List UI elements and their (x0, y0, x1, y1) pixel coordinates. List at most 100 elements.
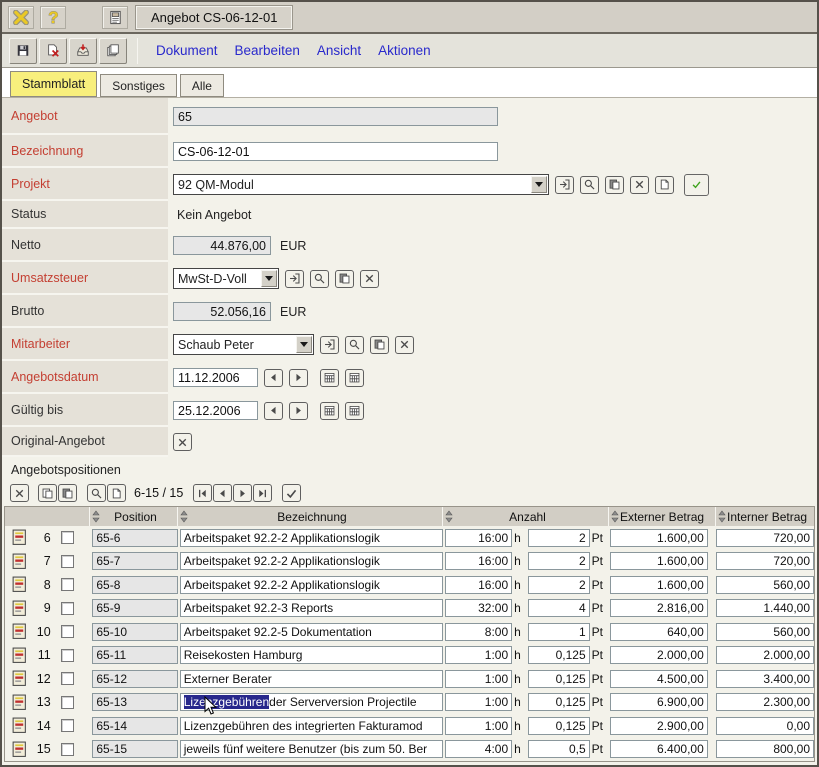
projekt-select[interactable]: 92 QM-Modul (173, 174, 549, 195)
externer-betrag-field[interactable]: 2.000,00 (610, 646, 708, 664)
quantity-field[interactable]: 2 (528, 552, 590, 570)
externer-betrag-field[interactable]: 1.600,00 (610, 552, 708, 570)
interner-betrag-field[interactable]: 560,00 (716, 576, 814, 594)
umsatzsteuer-goto-button[interactable] (285, 270, 304, 288)
chevron-down-icon[interactable] (296, 336, 312, 353)
open-position-button[interactable] (9, 600, 33, 617)
mitarbeiter-select[interactable]: Schaub Peter (173, 334, 314, 355)
umsatzsteuer-clone-button[interactable] (335, 270, 354, 288)
bezeichnung-field[interactable]: Arbeitspaket 92.2-2 Applikationslogik (180, 552, 443, 570)
column-header-position[interactable]: Position (100, 510, 177, 524)
menu-aktionen[interactable]: Aktionen (378, 43, 431, 58)
row-checkbox[interactable] (61, 719, 74, 732)
angebotsdatum-calendar-week-button[interactable] (345, 369, 364, 387)
row-checkbox[interactable] (61, 649, 74, 662)
positions-copy-button[interactable] (38, 484, 57, 502)
open-position-button[interactable] (9, 717, 33, 734)
projekt-clone-button[interactable] (605, 176, 624, 194)
interner-betrag-field[interactable]: 720,00 (716, 529, 814, 547)
time-field[interactable]: 4:00 (445, 740, 513, 758)
row-checkbox[interactable] (61, 696, 74, 709)
open-position-button[interactable] (9, 741, 33, 758)
gueltig-bis-next-button[interactable] (289, 402, 308, 420)
last-page-button[interactable] (253, 484, 272, 502)
menu-dokument[interactable]: Dokument (156, 43, 218, 58)
open-position-button[interactable] (9, 576, 33, 593)
quantity-field[interactable]: 0,125 (528, 670, 590, 688)
projekt-confirm-button[interactable] (684, 174, 709, 196)
interner-betrag-field[interactable]: 720,00 (716, 552, 814, 570)
projekt-search-button[interactable] (580, 176, 599, 194)
quantity-field[interactable]: 0,125 (528, 646, 590, 664)
interner-betrag-field[interactable]: 1.440,00 (716, 599, 814, 617)
interner-betrag-field[interactable]: 3.400,00 (716, 670, 814, 688)
sort-icon[interactable] (92, 510, 100, 523)
open-position-button[interactable] (9, 694, 33, 711)
angebotsdatum-calendar-button[interactable] (320, 369, 339, 387)
bezeichnung-field[interactable]: Arbeitspaket 92.2-2 Applikationslogik (180, 576, 443, 594)
prev-page-button[interactable] (213, 484, 232, 502)
column-header-externer-betrag[interactable]: Externer Betrag (619, 510, 704, 524)
mitarbeiter-clear-button[interactable] (395, 336, 414, 354)
row-checkbox[interactable] (61, 555, 74, 568)
angebotsdatum-next-button[interactable] (289, 369, 308, 387)
time-field[interactable]: 16:00 (445, 576, 513, 594)
interner-betrag-field[interactable]: 800,00 (716, 740, 814, 758)
interner-betrag-field[interactable]: 2.000,00 (716, 646, 814, 664)
time-field[interactable]: 16:00 (445, 529, 513, 547)
menu-ansicht[interactable]: Ansicht (317, 43, 361, 58)
open-position-button[interactable] (9, 670, 33, 687)
quantity-field[interactable]: 4 (528, 599, 590, 617)
column-header-bezeichnung[interactable]: Bezeichnung (188, 510, 442, 524)
sort-icon[interactable] (180, 510, 188, 523)
externer-betrag-field[interactable]: 6.900,00 (610, 693, 708, 711)
bezeichnung-field[interactable]: jeweils fünf weitere Benutzer (bis zum 5… (180, 740, 443, 758)
umsatzsteuer-clear-button[interactable] (360, 270, 379, 288)
interner-betrag-field[interactable]: 0,00 (716, 717, 814, 735)
angebotsdatum-prev-button[interactable] (264, 369, 283, 387)
externer-betrag-field[interactable]: 1.600,00 (610, 576, 708, 594)
positions-clone-button[interactable] (58, 484, 77, 502)
interner-betrag-field[interactable]: 2.300,00 (716, 693, 814, 711)
help-button[interactable]: ? (40, 6, 66, 29)
open-position-button[interactable] (9, 553, 33, 570)
gueltig-bis-calendar-button[interactable] (320, 402, 339, 420)
externer-betrag-field[interactable]: 6.400,00 (610, 740, 708, 758)
tab-alle[interactable]: Alle (180, 74, 224, 97)
mitarbeiter-search-button[interactable] (345, 336, 364, 354)
delete-document-button[interactable] (39, 38, 67, 64)
row-checkbox[interactable] (61, 602, 74, 615)
positions-clear-button[interactable] (10, 484, 29, 502)
mitarbeiter-clone-button[interactable] (370, 336, 389, 354)
externer-betrag-field[interactable]: 1.600,00 (610, 529, 708, 547)
save-button[interactable] (9, 38, 37, 64)
time-field[interactable]: 1:00 (445, 693, 513, 711)
row-checkbox[interactable] (61, 743, 74, 756)
tab-sonstiges[interactable]: Sonstiges (100, 74, 177, 97)
quantity-field[interactable]: 2 (528, 576, 590, 594)
umsatzsteuer-select[interactable]: MwSt-D-Voll (173, 268, 279, 289)
sort-icon[interactable] (718, 510, 726, 523)
positions-new-button[interactable] (107, 484, 126, 502)
interner-betrag-field[interactable]: 560,00 (716, 623, 814, 641)
row-checkbox[interactable] (61, 672, 74, 685)
time-field[interactable]: 1:00 (445, 646, 513, 664)
gueltig-bis-input[interactable]: 25.12.2006 (173, 401, 258, 420)
column-header-interner-betrag[interactable]: Interner Betrag (726, 510, 807, 524)
time-field[interactable]: 1:00 (445, 717, 513, 735)
mitarbeiter-goto-button[interactable] (320, 336, 339, 354)
angebotsdatum-input[interactable]: 11.12.2006 (173, 368, 258, 387)
umsatzsteuer-search-button[interactable] (310, 270, 329, 288)
bezeichnung-field[interactable]: Arbeitspaket 92.2-2 Applikationslogik (180, 529, 443, 547)
document-type-button[interactable] (102, 6, 128, 29)
bezeichnung-field[interactable]: Lizenzgebühren des integrierten Fakturam… (180, 717, 443, 735)
externer-betrag-field[interactable]: 2.900,00 (610, 717, 708, 735)
quantity-field[interactable]: 0,125 (528, 717, 590, 735)
bezeichnung-field[interactable]: Arbeitspaket 92.2-3 Reports (180, 599, 443, 617)
bezeichnung-input[interactable]: CS-06-12-01 (173, 142, 498, 161)
gueltig-bis-calendar-week-button[interactable] (345, 402, 364, 420)
menu-bearbeiten[interactable]: Bearbeiten (235, 43, 300, 58)
original-angebot-checkbox[interactable] (173, 433, 192, 451)
externer-betrag-field[interactable]: 4.500,00 (610, 670, 708, 688)
externer-betrag-field[interactable]: 2.816,00 (610, 599, 708, 617)
